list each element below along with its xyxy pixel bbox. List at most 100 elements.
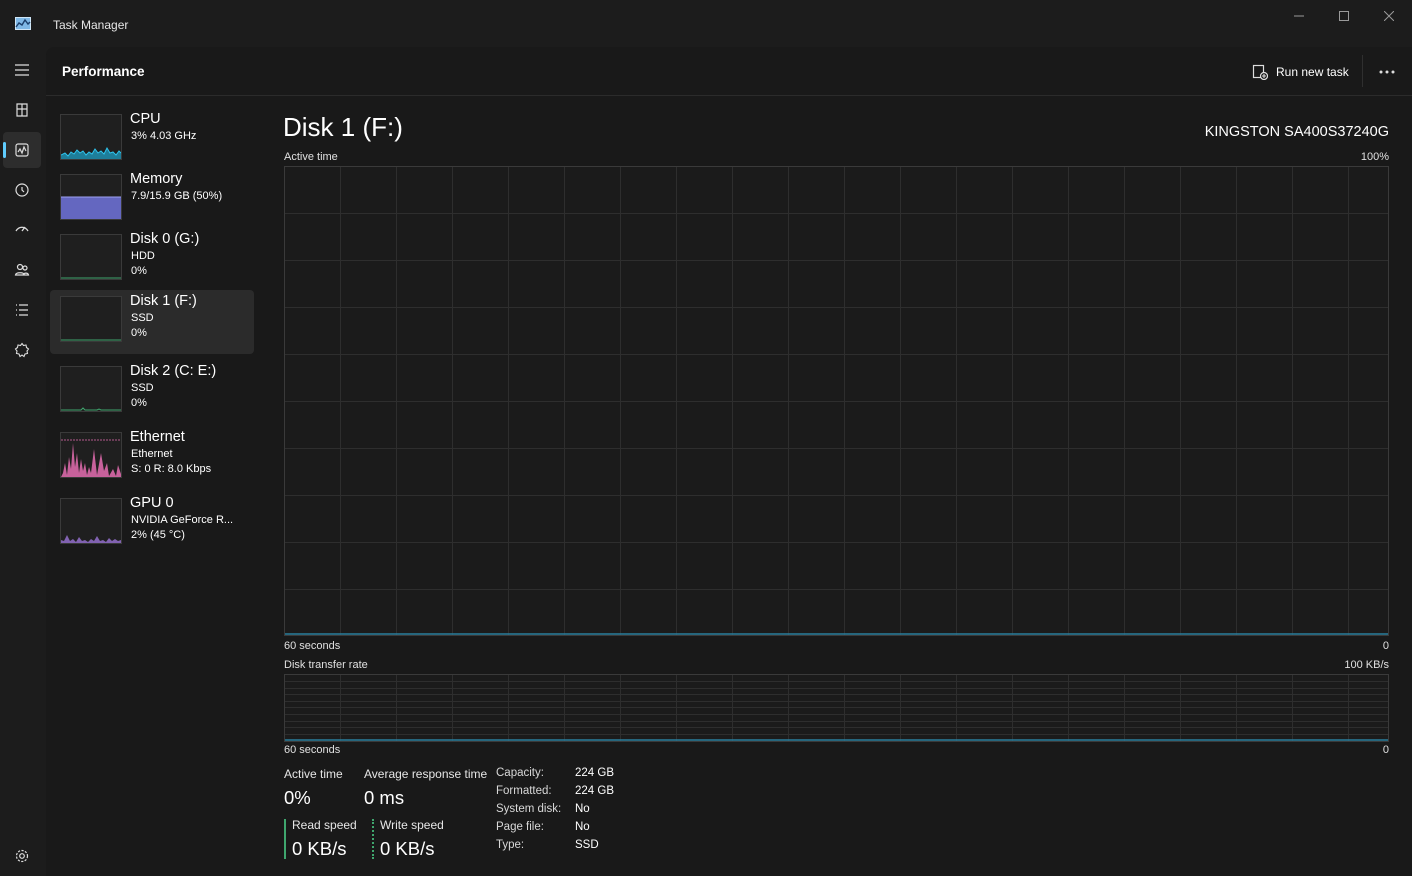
device-type: SSD <box>131 382 154 394</box>
device-item-gpu-0[interactable]: GPU 0 NVIDIA GeForce R... 2% (45 °C) <box>50 492 254 556</box>
active-time-stat-label: Active time <box>284 767 343 781</box>
nav-users[interactable] <box>3 252 41 288</box>
active-time-x-start: 60 seconds <box>284 640 341 652</box>
settings-icon <box>15 849 29 863</box>
transfer-rate-graph <box>284 674 1389 742</box>
task-manager-app-icon <box>15 17 31 30</box>
active-time-x-end: 0 <box>1382 640 1389 652</box>
cpu-thumbnail-graph <box>60 114 122 160</box>
capacity-label: Capacity: <box>496 767 544 779</box>
run-new-task-label: Run new task <box>1276 65 1349 79</box>
selection-indicator <box>3 142 6 158</box>
capacity-value: 224 GB <box>575 767 614 779</box>
services-icon <box>14 342 30 358</box>
active-time-stat-value: 0% <box>284 787 311 808</box>
nav-processes[interactable] <box>3 92 41 128</box>
device-usage: 0% <box>131 397 147 409</box>
transfer-rate-grid <box>285 675 1388 741</box>
device-type: HDD <box>131 250 155 262</box>
device-name: Disk 0 (G:) <box>130 231 200 247</box>
read-speed-label: Read speed <box>292 818 357 832</box>
formatted-label: Formatted: <box>496 785 552 797</box>
transfer-rate-x-end: 0 <box>1382 744 1389 756</box>
run-new-task-icon <box>1252 64 1268 80</box>
read-speed-value: 0 KB/s <box>292 838 347 859</box>
page-file-label: Page file: <box>496 821 544 833</box>
content-area: Performance Run new task CPU 3% 4.03 GHz… <box>46 47 1412 876</box>
gpu-thumbnail-graph <box>60 498 122 544</box>
hamburger-menu-icon <box>15 64 29 76</box>
type-value: SSD <box>575 839 599 851</box>
device-detail: 3% 4.03 GHz <box>131 130 197 142</box>
close-button[interactable] <box>1366 0 1412 32</box>
processes-icon <box>16 103 28 117</box>
memory-thumbnail-graph <box>60 174 122 220</box>
nav-details[interactable] <box>3 292 41 328</box>
page-title: Performance <box>62 64 145 79</box>
device-type: SSD <box>131 312 154 324</box>
device-item-disk-0[interactable]: Disk 0 (G:) HDD 0% <box>50 228 254 292</box>
device-item-disk-2[interactable]: Disk 2 (C: E:) SSD 0% <box>50 360 254 424</box>
transfer-rate-graph-label: Disk transfer rate <box>284 659 368 671</box>
window-title: Task Manager <box>53 18 129 32</box>
header-divider <box>1362 55 1363 87</box>
device-name: CPU <box>130 111 161 127</box>
more-options-icon <box>1379 70 1395 74</box>
system-disk-label: System disk: <box>496 803 562 815</box>
users-icon <box>14 263 30 276</box>
navigation-rail <box>0 47 46 876</box>
type-label: Type: <box>496 839 525 851</box>
device-name: Ethernet <box>130 429 185 445</box>
active-time-graph-max: 100% <box>1360 151 1389 163</box>
app-history-icon <box>15 183 29 197</box>
device-detail: Ethernet <box>131 448 173 460</box>
transfer-rate-x-start: 60 seconds <box>284 744 341 756</box>
title-bar: Task Manager <box>0 0 1412 47</box>
nav-services[interactable] <box>3 332 41 368</box>
performance-icon <box>15 143 29 157</box>
nav-startup-apps[interactable] <box>3 212 41 248</box>
device-detail: 7.9/15.9 GB (50%) <box>131 190 223 202</box>
device-item-cpu[interactable]: CPU 3% 4.03 GHz <box>50 108 254 172</box>
maximize-button[interactable] <box>1321 0 1367 32</box>
avg-response-label: Average response time <box>364 767 488 781</box>
more-options-button[interactable] <box>1372 59 1402 85</box>
device-throughput: S: 0 R: 8.0 Kbps <box>131 463 212 475</box>
device-usage: 0% <box>131 265 147 277</box>
system-disk-value: No <box>575 803 590 815</box>
active-time-graph <box>284 166 1389 636</box>
formatted-value: 224 GB <box>575 785 614 797</box>
page-header: Performance Run new task <box>46 47 1412 96</box>
device-item-memory[interactable]: Memory 7.9/15.9 GB (50%) <box>50 168 254 232</box>
ethernet-thumbnail-graph <box>60 432 122 478</box>
device-usage: 2% (45 °C) <box>131 529 185 541</box>
active-time-grid <box>285 167 1388 635</box>
minimize-icon <box>1294 15 1304 17</box>
read-speed-legend-bar <box>284 819 286 859</box>
nav-performance[interactable] <box>3 132 41 168</box>
close-icon <box>1384 11 1394 21</box>
page-file-value: No <box>575 821 590 833</box>
device-item-disk-1[interactable]: Disk 1 (F:) SSD 0% <box>50 290 254 354</box>
nav-settings[interactable] <box>3 838 41 874</box>
disk-2-thumbnail-graph <box>60 366 122 412</box>
disk-1-thumbnail-graph <box>60 296 122 342</box>
disk-title: Disk 1 (F:) <box>283 112 403 142</box>
device-name: Disk 1 (F:) <box>130 293 197 309</box>
avg-response-value: 0 ms <box>364 787 405 808</box>
run-new-task-button[interactable]: Run new task <box>1244 59 1357 85</box>
device-name: Memory <box>130 171 183 187</box>
details-icon <box>16 304 28 316</box>
device-item-ethernet[interactable]: Ethernet Ethernet S: 0 R: 8.0 Kbps <box>50 426 254 490</box>
maximize-icon <box>1339 11 1349 21</box>
write-speed-value: 0 KB/s <box>380 838 435 859</box>
startup-apps-icon <box>15 226 29 232</box>
minimize-button[interactable] <box>1276 0 1322 32</box>
hamburger-menu-button[interactable] <box>3 52 41 88</box>
device-name: Disk 2 (C: E:) <box>130 363 217 379</box>
nav-app-history[interactable] <box>3 172 41 208</box>
transfer-rate-graph-max: 100 KB/s <box>1344 659 1389 671</box>
write-speed-label: Write speed <box>380 818 444 832</box>
disk-model: KINGSTON SA400S37240G <box>1204 124 1389 140</box>
active-time-graph-label: Active time <box>284 151 338 163</box>
